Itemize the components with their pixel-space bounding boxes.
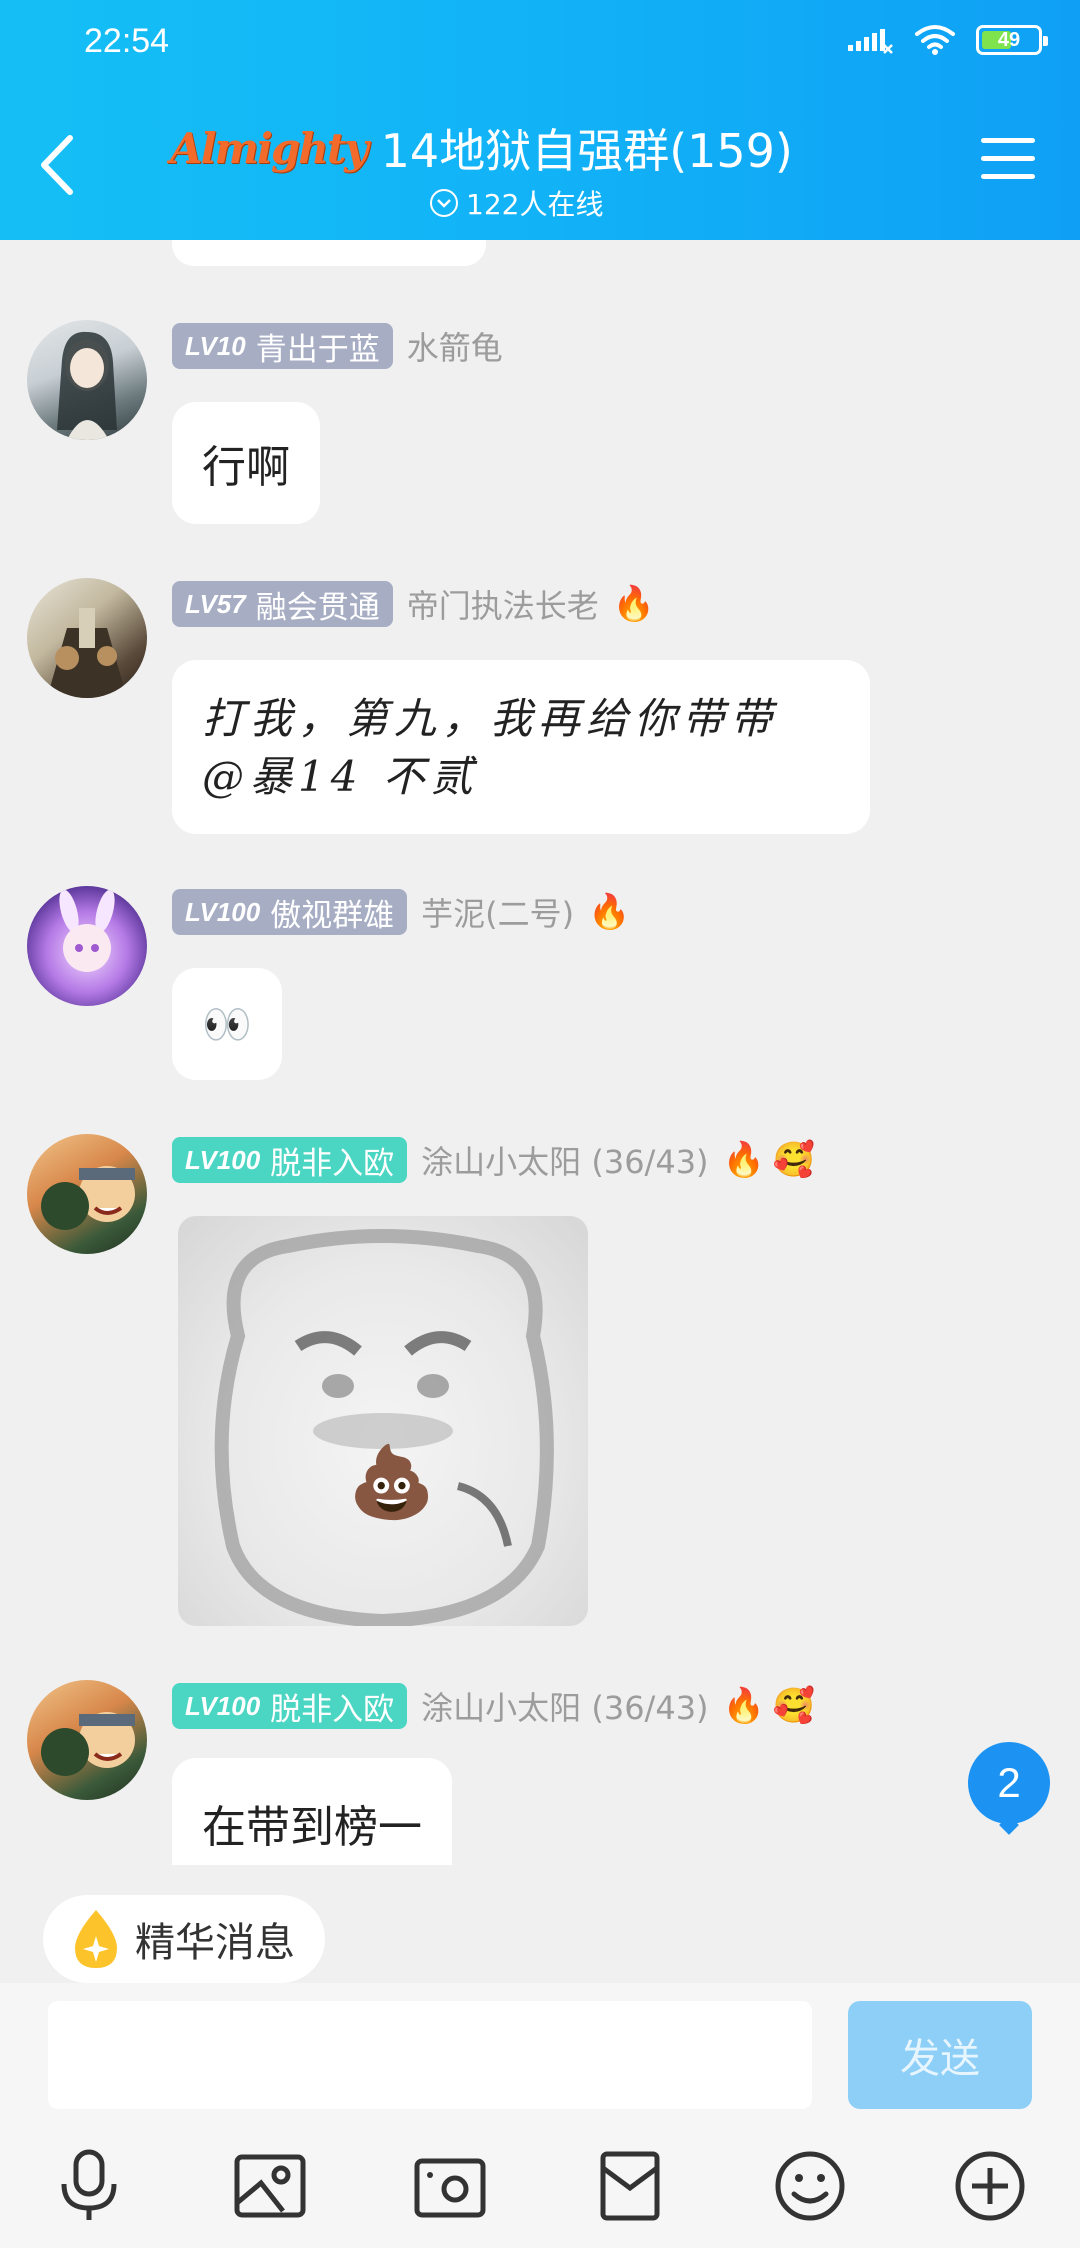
level-badge: LV57 融会贯通 [172, 581, 393, 627]
status-bar: 22:54 49 [0, 0, 1080, 90]
avatar[interactable] [27, 578, 147, 698]
sticker-image[interactable]: 💩 [178, 1216, 588, 1626]
message-input[interactable] [48, 2001, 812, 2109]
smile-flower-icon: 🥰 [772, 1686, 816, 1726]
avatar[interactable] [27, 886, 147, 1006]
menu-icon [981, 138, 1035, 143]
sender-name[interactable]: 涂山小太阳 (36/43) [421, 1683, 708, 1729]
poop-icon: 💩 [348, 1441, 435, 1523]
title-wrap[interactable]: Almighty 14地狱自强群(159) [170, 115, 793, 181]
essence-button[interactable]: 精华消息 [43, 1895, 325, 1983]
message-meta: LV100 脱非入欧 涂山小太阳 (36/43) 🔥 🥰 [172, 1136, 815, 1184]
avatar[interactable] [27, 1680, 147, 1800]
fire-icon: 🔥 [722, 1140, 765, 1180]
chevron-left-icon [41, 135, 73, 195]
battery-level: 49 [997, 28, 1021, 51]
chat-list[interactable]: LV10 青出于蓝 水箭龟 行啊 LV57 融会贯通 帝门执法长老 🔥 打我，第九， [0, 240, 1080, 1865]
message-bubble-partial [172, 240, 486, 266]
message-bubble[interactable]: 行啊 [172, 402, 320, 524]
message-text-line: 打我，第九，我再给你带带 [202, 694, 779, 743]
level-badge: LV10 青出于蓝 [172, 323, 393, 369]
status-time: 22:54 [84, 22, 170, 60]
microphone-icon[interactable] [44, 2141, 134, 2231]
group-title: 14地狱自强群(159) [380, 124, 793, 178]
back-button[interactable] [30, 130, 90, 200]
message-text: 行啊 [202, 442, 290, 493]
unread-count-badge[interactable]: 2 [968, 1742, 1050, 1824]
message-bubble[interactable]: 👀 [172, 968, 282, 1080]
online-status[interactable]: 122人在线 [430, 183, 603, 223]
menu-button[interactable] [981, 138, 1035, 186]
message-meta: LV57 融会贯通 帝门执法长老 🔥 [172, 580, 655, 628]
input-area: 发送 [0, 1983, 1080, 2248]
sender-name[interactable]: 帝门执法长老 [407, 581, 599, 627]
emoji-icon[interactable] [765, 2141, 855, 2231]
plus-icon[interactable] [945, 2141, 1035, 2231]
fire-icon: 🔥 [588, 892, 631, 932]
message-text: 👀 [202, 1001, 252, 1048]
sender-name[interactable]: 涂山小太阳 (36/43) [421, 1137, 708, 1183]
essence-icon [75, 1910, 117, 1968]
group-logo: Almighty [170, 123, 369, 173]
battery-icon: 49 [976, 25, 1048, 55]
image-icon[interactable] [225, 2141, 315, 2231]
signal-icon [848, 29, 893, 54]
smile-flower-icon: 🥰 [772, 1140, 816, 1180]
essence-label: 精华消息 [135, 1920, 295, 1966]
wifi-icon [915, 25, 955, 55]
red-packet-icon[interactable] [585, 2141, 675, 2231]
sender-name[interactable]: 水箭龟 [407, 323, 503, 369]
chat-header: 22:54 49 Almighty 14地狱自强群(159) 122人在线 [0, 0, 1080, 240]
message-meta: LV10 青出于蓝 水箭龟 [172, 322, 503, 370]
message-meta: LV100 傲视群雄 芋泥(二号) 🔥 [172, 888, 631, 936]
status-icons: 49 [846, 24, 1048, 56]
message-bubble[interactable]: 在带到榜一 [172, 1758, 452, 1865]
fire-icon: 🔥 [612, 584, 656, 624]
essence-bar: 精华消息 [0, 1865, 1080, 1983]
sender-name[interactable]: 芋泥(二号) [421, 889, 574, 935]
fire-icon: 🔥 [722, 1686, 765, 1726]
message-text-line: @暴14 不贰 [202, 752, 479, 801]
chevron-down-circle-icon [430, 189, 458, 217]
avatar[interactable] [27, 320, 147, 440]
level-badge: LV100 傲视群雄 [172, 889, 408, 935]
online-count: 122人在线 [466, 188, 604, 221]
toolbar [0, 2141, 1080, 2231]
message-text: 在带到榜一 [202, 1802, 422, 1853]
send-button[interactable]: 发送 [848, 2001, 1032, 2109]
camera-icon[interactable] [405, 2141, 495, 2231]
message-meta: LV100 脱非入欧 涂山小太阳 (36/43) 🔥 🥰 [172, 1682, 815, 1730]
level-badge: LV100 脱非入欧 [172, 1683, 408, 1729]
level-badge: LV100 脱非入欧 [172, 1137, 408, 1183]
avatar[interactable] [27, 1134, 147, 1254]
message-bubble[interactable]: 打我，第九，我再给你带带 @暴14 不贰 [172, 660, 870, 834]
